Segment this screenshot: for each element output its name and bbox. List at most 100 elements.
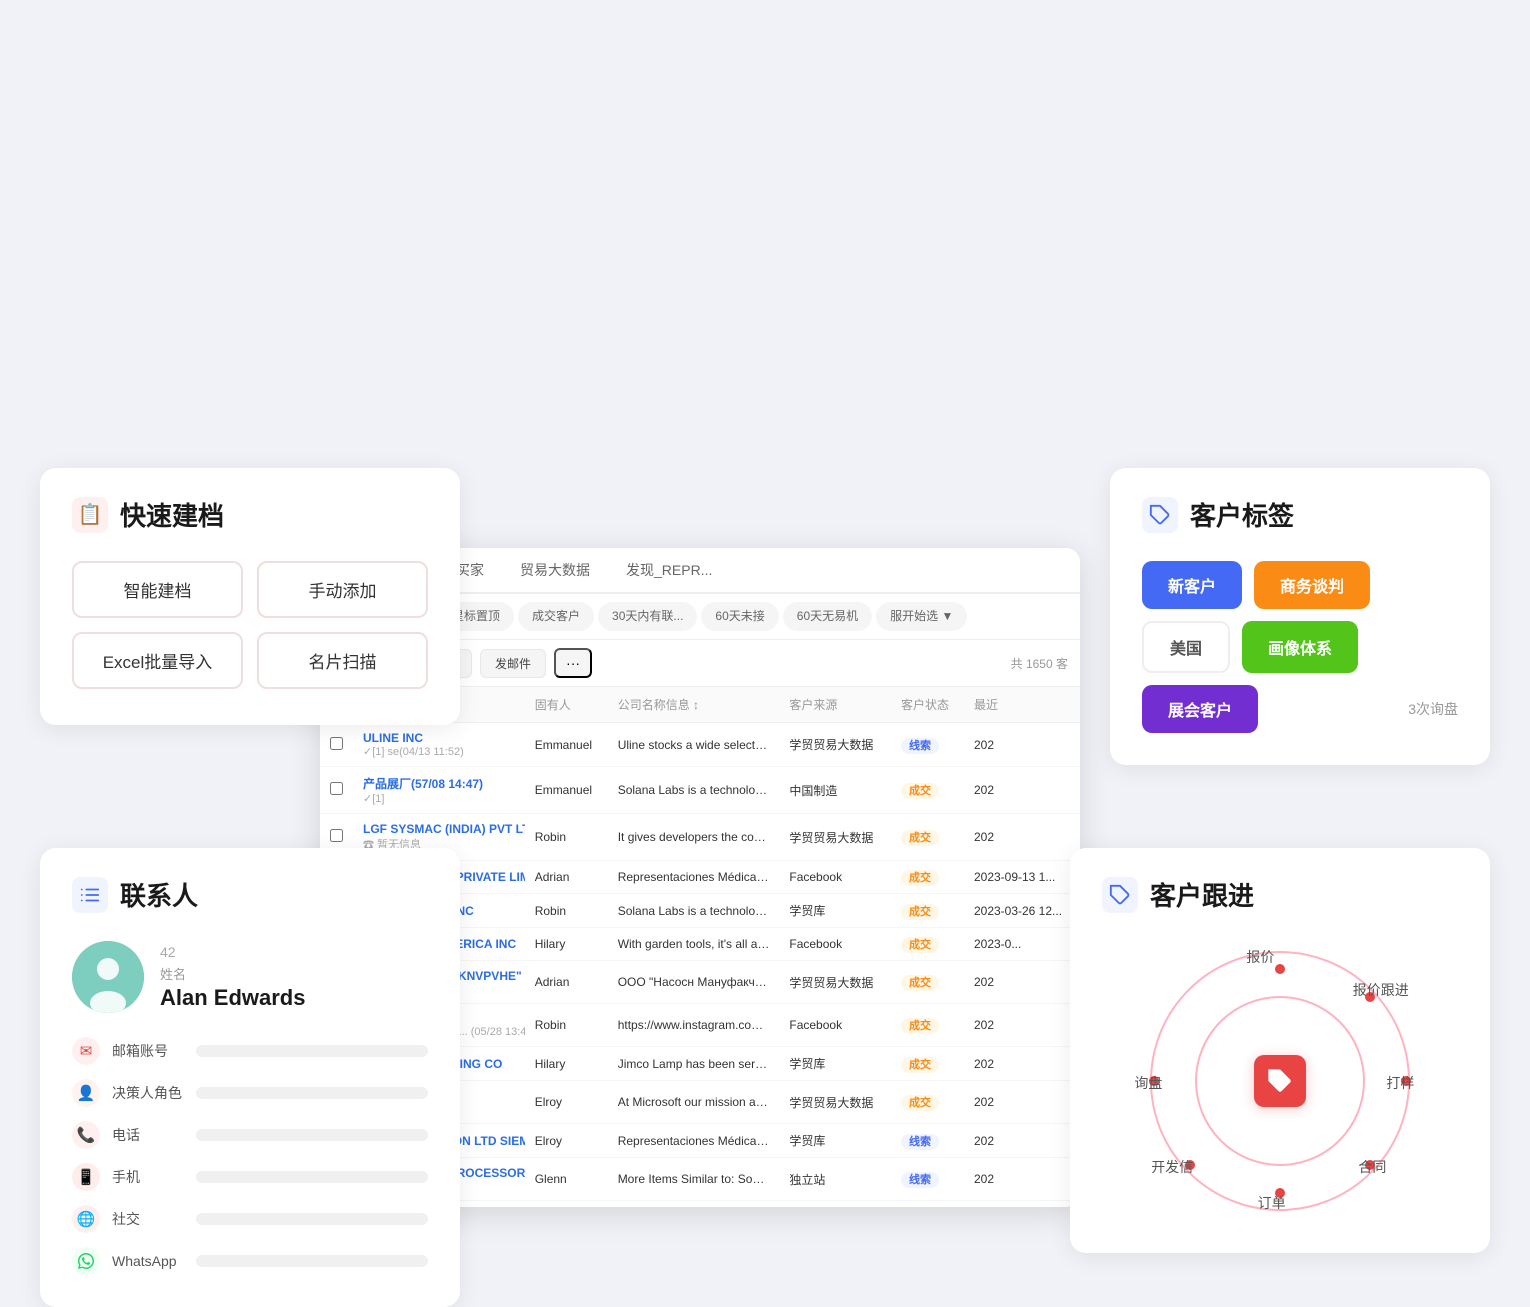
more-button[interactable]: ··· bbox=[554, 648, 592, 678]
excel-import-button[interactable]: Excel批量导入 bbox=[72, 632, 243, 689]
status-badge: 成交 bbox=[901, 870, 939, 886]
quick-build-header: 📋 快速建档 bbox=[72, 496, 428, 533]
row-date: 2023-0... bbox=[964, 928, 1080, 961]
row-date: 2023-09-13 1... bbox=[964, 861, 1080, 894]
row-source: 学贸贸易大数据 bbox=[779, 961, 891, 1004]
table-count: 共 1650 客 bbox=[1011, 655, 1068, 672]
row-source: Facebook bbox=[779, 1004, 891, 1047]
row-desc: Uline stocks a wide selection of... bbox=[608, 723, 780, 767]
contact-name-value: Alan Edwards bbox=[160, 985, 305, 1011]
role-icon: 👤 bbox=[72, 1079, 100, 1107]
quick-build-title: 快速建档 bbox=[120, 496, 224, 533]
row-source: 学贸库 bbox=[779, 1047, 891, 1081]
row-desc: Solana Labs is a technology co... bbox=[608, 894, 780, 928]
row-source: 独立站 bbox=[779, 1158, 891, 1201]
row-source: 学贸贸易大数据 bbox=[779, 814, 891, 861]
tab-discover[interactable]: 发现_REPR... bbox=[608, 548, 730, 594]
contact-number: 42 bbox=[160, 944, 305, 960]
row-status: 成交 bbox=[891, 814, 964, 861]
radar-container: 报价 报价跟进 打样 合同 订单 开发信 询盘 bbox=[1102, 941, 1458, 1221]
manual-add-button[interactable]: 手动添加 bbox=[257, 561, 428, 618]
field-mobile: 📱 手机 bbox=[72, 1163, 428, 1191]
field-social-value bbox=[196, 1213, 428, 1225]
field-role: 👤 决策人角色 bbox=[72, 1079, 428, 1107]
followup-icon bbox=[1102, 877, 1138, 913]
subtab-30days[interactable]: 30天内有联... bbox=[598, 602, 697, 631]
tag-america[interactable]: 美国 bbox=[1142, 621, 1230, 673]
followup-header: 客户跟进 bbox=[1102, 876, 1458, 913]
row-owner: Emmanuel bbox=[525, 767, 608, 814]
row-status: 成交 bbox=[891, 1201, 964, 1208]
field-role-value bbox=[196, 1087, 428, 1099]
contact-fields: ✉ 邮箱账号 👤 决策人角色 📞 电话 📱 手机 🌐 社交 bbox=[72, 1037, 428, 1275]
smart-build-button[interactable]: 智能建档 bbox=[72, 561, 243, 618]
field-email-label: 邮箱账号 bbox=[112, 1041, 184, 1061]
row-date: 202 bbox=[964, 1047, 1080, 1081]
field-phone-label: 电话 bbox=[112, 1125, 184, 1145]
status-badge: 成交 bbox=[901, 937, 939, 953]
field-role-label: 决策人角色 bbox=[112, 1083, 184, 1103]
status-badge: 线索 bbox=[901, 738, 939, 754]
tags-header: 客户标签 bbox=[1142, 496, 1458, 533]
subtab-60days-no-follow[interactable]: 60天未接 bbox=[701, 602, 778, 631]
company-name-link[interactable]: LGF SYSMAC (INDIA) PVT LTD bbox=[363, 822, 515, 836]
row-status: 线索 bbox=[891, 1158, 964, 1201]
row-source: Facebook bbox=[779, 928, 891, 961]
label-hetong: 合同 bbox=[1358, 1157, 1386, 1177]
row-status: 成交 bbox=[891, 928, 964, 961]
col-date: 最近 bbox=[964, 687, 1080, 723]
contacts-icon bbox=[72, 877, 108, 913]
radar-wrap: 报价 报价跟进 打样 合同 订单 开发信 询盘 bbox=[1140, 941, 1420, 1221]
subtab-open-select[interactable]: 服开始选 ▼ bbox=[876, 602, 967, 631]
col-status: 客户状态 bbox=[891, 687, 964, 723]
subtab-deal-customer[interactable]: 成交客户 bbox=[518, 602, 594, 631]
col-source: 客户来源 bbox=[779, 687, 891, 723]
tags-title: 客户标签 bbox=[1190, 496, 1294, 533]
row-owner: Glenn bbox=[525, 1158, 608, 1201]
tag-new-customer[interactable]: 新客户 bbox=[1142, 561, 1242, 609]
row-owner: Adrian bbox=[525, 961, 608, 1004]
label-dayang: 打样 bbox=[1386, 1073, 1414, 1093]
card-scan-button[interactable]: 名片扫描 bbox=[257, 632, 428, 689]
row-date: 202 bbox=[964, 767, 1080, 814]
field-social: 🌐 社交 bbox=[72, 1205, 428, 1233]
field-social-label: 社交 bbox=[112, 1209, 184, 1229]
company-name-link[interactable]: 产品展厂(57/08 14:47) bbox=[363, 775, 515, 792]
row-status: 成交 bbox=[891, 1081, 964, 1124]
subtab-60days-no-order[interactable]: 60天无易机 bbox=[783, 602, 872, 631]
label-kaifaxin: 开发信 bbox=[1151, 1157, 1193, 1177]
row-company: 产品展厂(57/08 14:47) ✓[1] bbox=[353, 767, 525, 814]
tag-persona-system[interactable]: 画像体系 bbox=[1242, 621, 1358, 673]
tag-business-negotiation[interactable]: 商务谈判 bbox=[1254, 561, 1370, 609]
row-checkbox[interactable] bbox=[320, 767, 353, 814]
tab-trade-bigdata[interactable]: 贸易大数据 bbox=[502, 548, 608, 594]
row-desc: More Items Similar to: Souther... bbox=[608, 1158, 780, 1201]
send-email-button[interactable]: 发邮件 bbox=[480, 649, 546, 678]
tags-icon bbox=[1142, 497, 1178, 533]
row-source: Facebook bbox=[779, 861, 891, 894]
status-badge: 成交 bbox=[901, 1057, 939, 1073]
row-source: 学贸贸易大数据 bbox=[779, 723, 891, 767]
social-icon: 🌐 bbox=[72, 1205, 100, 1233]
quick-build-card: 📋 快速建档 智能建档 手动添加 Excel批量导入 名片扫描 bbox=[40, 468, 460, 725]
tag-expo-customer[interactable]: 展会客户 bbox=[1142, 685, 1258, 733]
row-date: 202 bbox=[964, 1158, 1080, 1201]
label-dingdan: 订单 bbox=[1258, 1193, 1286, 1213]
field-email-value bbox=[196, 1045, 428, 1057]
row-status: 成交 bbox=[891, 961, 964, 1004]
company-name-link[interactable]: ULINE INC bbox=[363, 731, 515, 745]
mobile-icon: 📱 bbox=[72, 1163, 100, 1191]
row-desc: With garden tools, it's all about ... bbox=[608, 928, 780, 961]
company-sub: ✓[1] bbox=[363, 792, 515, 805]
row-status: 线索 bbox=[891, 1124, 964, 1158]
field-phone: 📞 电话 bbox=[72, 1121, 428, 1149]
status-badge: 成交 bbox=[901, 904, 939, 920]
row-date: 202 bbox=[964, 1124, 1080, 1158]
row-date: 202 bbox=[964, 1201, 1080, 1208]
row-checkbox[interactable] bbox=[320, 723, 353, 767]
field-mobile-value bbox=[196, 1171, 428, 1183]
row-owner: Glenn bbox=[525, 1201, 608, 1208]
row-owner: Robin bbox=[525, 1004, 608, 1047]
status-badge: 线索 bbox=[901, 1134, 939, 1150]
field-whatsapp: WhatsApp bbox=[72, 1247, 428, 1275]
